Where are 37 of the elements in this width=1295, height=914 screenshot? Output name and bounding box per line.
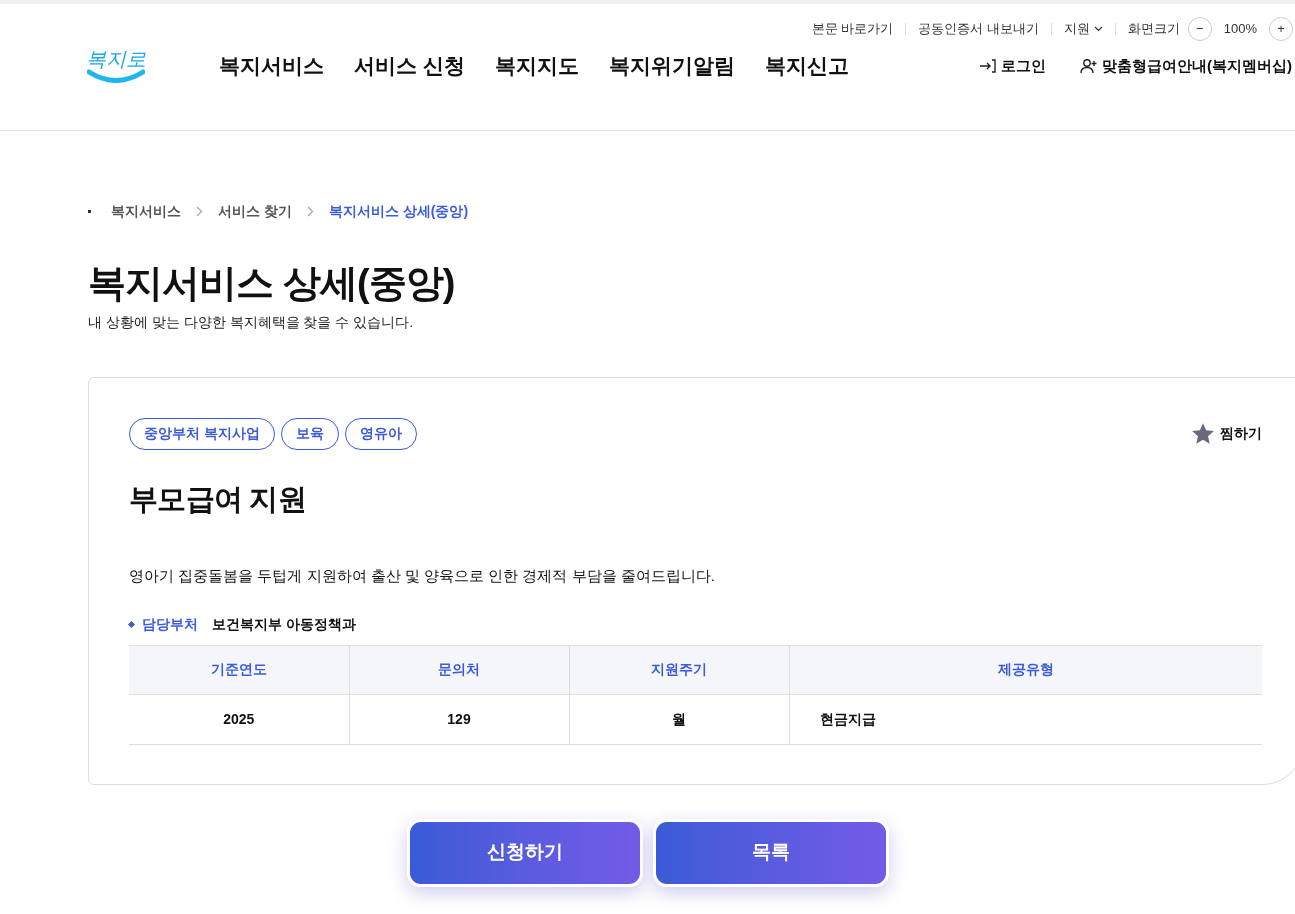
breadcrumb-link[interactable]: 복지서비스 상세(중앙) [328,201,469,222]
support-dropdown[interactable]: 지원 [1063,19,1103,39]
department-value: 보건복지부 아동정책과 [212,614,356,634]
login-link[interactable]: 로그인 [979,54,1046,78]
column-header: 지원주기 [569,645,789,694]
page-subtitle: 내 상황에 맞는 다양한 복지혜택을 찾을 수 있습니다. [88,312,415,332]
bullet-icon [88,210,91,213]
department-label: 담당부처 [142,614,198,634]
table-cell: 월 [569,694,789,744]
breadcrumb-link[interactable]: 복지서비스 [111,201,181,222]
utility-link[interactable]: 본문 바로가기 [811,19,894,39]
nav-link[interactable]: 복지위기알림 [608,50,735,82]
service-title: 부모급여 지원 [129,481,307,517]
nav-link[interactable]: 복지서비스 [219,50,324,82]
diamond-bullet-icon [127,620,136,628]
chevron-right-icon [306,206,314,217]
favorite-button[interactable]: 찜하기 [1190,420,1262,447]
table-cell: 129 [349,694,569,744]
zoom-value: 100% [1223,20,1257,39]
nav-link[interactable]: 복지지도 [494,50,579,82]
table-cell: 현금지급 [789,694,1262,744]
login-icon [979,58,997,74]
table-cell: 2025 [129,694,349,744]
chevron-right-icon [196,206,203,217]
service-description: 영아기 집중돌봄을 두텁게 지원하여 출산 및 양육으로 인한 경제적 부담을 줄여드립니다. [129,566,716,586]
user-plus-icon [1080,58,1098,74]
breadcrumb-link[interactable]: 서비스 찾기 [218,201,292,222]
page-title: 복지서비스 상세(중앙) [88,261,456,306]
nav-link[interactable]: 서비스 신청 [354,50,465,82]
utility-link[interactable]: 공동인증서 내보내기 [918,19,1039,39]
chevron-down-icon [1093,26,1103,32]
nav-link[interactable]: 복지신고 [764,50,849,82]
column-header: 문의처 [349,645,569,694]
zoom-label: 화면크기 [1127,20,1180,39]
membership-link[interactable]: 맞춤형급여안내(복지멤버십) [1080,54,1292,78]
column-header: 기준연도 [129,645,349,694]
column-header: 제공유형 [789,645,1262,694]
